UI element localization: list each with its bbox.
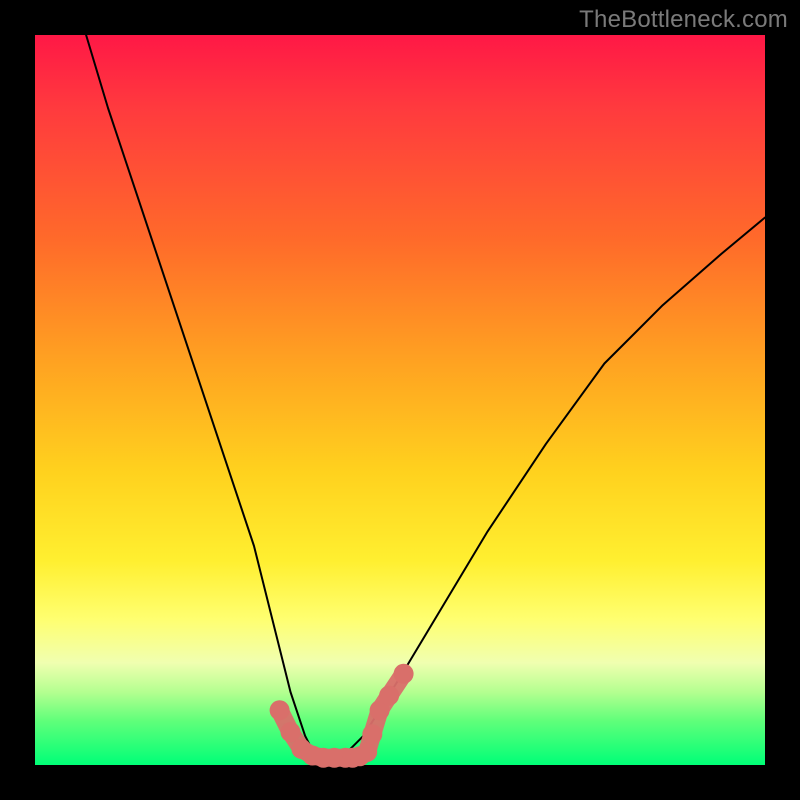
flat-bottom-dot	[379, 686, 399, 706]
flat-bottom-dot	[357, 742, 377, 762]
chart-frame: TheBottleneck.com	[0, 0, 800, 800]
dots-layer	[270, 664, 414, 768]
flat-bottom-dot	[362, 724, 382, 744]
plot-area	[35, 35, 765, 765]
curve-layer	[86, 35, 765, 761]
chart-svg	[35, 35, 765, 765]
watermark-text: TheBottleneck.com	[579, 6, 788, 34]
bottleneck-curve	[86, 35, 765, 761]
flat-bottom-dot	[394, 664, 414, 684]
flat-bottom-dot	[270, 700, 290, 720]
flat-bottom-dot	[281, 722, 301, 742]
